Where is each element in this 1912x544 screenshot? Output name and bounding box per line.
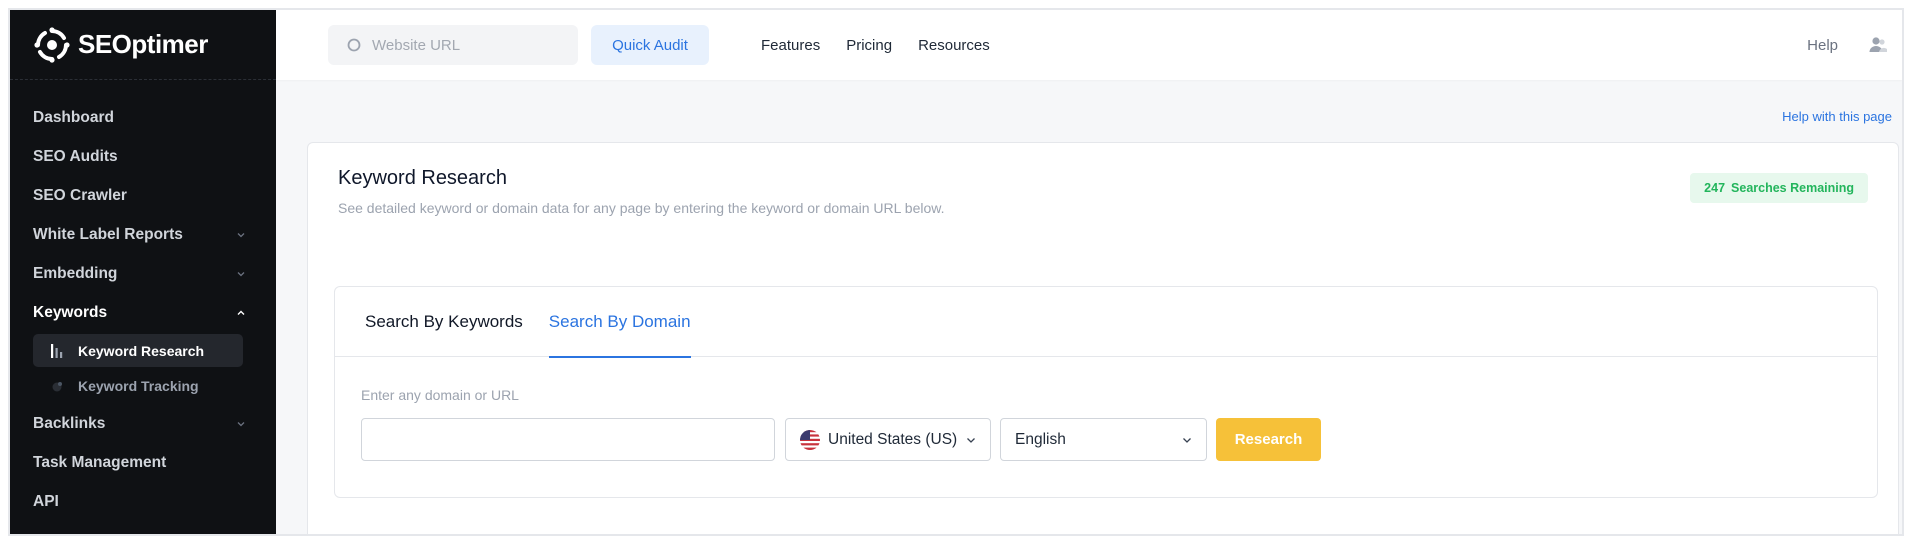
sidebar-item-backlinks[interactable]: Backlinks <box>10 404 276 443</box>
sidebar-item-seo-audits[interactable]: SEO Audits <box>10 137 276 176</box>
sidebar: SEOptimer Dashboard SEO Audits SEO Crawl… <box>10 10 276 534</box>
sidebar-item-label: API <box>33 492 59 510</box>
chevron-up-icon <box>237 310 245 315</box>
sidebar-item-white-label-reports[interactable]: White Label Reports <box>10 215 276 254</box>
help-link[interactable]: Help <box>1807 37 1838 54</box>
sidebar-item-api[interactable]: API <box>10 482 276 521</box>
sidebar-item-task-management[interactable]: Task Management <box>10 443 276 482</box>
research-button[interactable]: Research <box>1216 418 1321 461</box>
sidebar-item-label: Embedding <box>33 264 118 282</box>
language-select-value: English <box>1015 430 1066 448</box>
top-right-actions: Help <box>1807 35 1902 55</box>
sidebar-item-dashboard[interactable]: Dashboard <box>10 98 276 137</box>
tab-search-by-keywords[interactable]: Search By Keywords <box>365 287 523 357</box>
domain-url-input[interactable] <box>361 418 775 461</box>
sidebar-subitem-label: Keyword Tracking <box>78 377 199 394</box>
website-url-input[interactable] <box>372 36 552 54</box>
top-nav-links: Features Pricing Resources <box>761 37 1016 54</box>
search-tabs: Search By Keywords Search By Domain <box>335 287 1877 358</box>
main-content: Quick Audit Features Pricing Resources H… <box>276 10 1902 534</box>
sidebar-item-label: Task Management <box>33 453 167 471</box>
nav-link-features[interactable]: Features <box>761 37 820 54</box>
chevron-down-icon <box>967 437 975 443</box>
user-account-icon[interactable] <box>1868 35 1888 55</box>
sidebar-item-label: Dashboard <box>33 108 114 126</box>
sidebar-item-label: SEO Audits <box>33 147 118 165</box>
sidebar-nav: Dashboard SEO Audits SEO Crawler White L… <box>10 80 276 521</box>
sidebar-item-label: White Label Reports <box>33 225 183 243</box>
searches-remaining-badge: 247 Searches Remaining <box>1690 173 1868 203</box>
searches-label: Searches Remaining <box>1731 181 1854 195</box>
top-bar: Quick Audit Features Pricing Resources H… <box>276 10 1902 80</box>
us-flag-icon <box>800 429 820 450</box>
logo[interactable]: SEOptimer <box>10 10 276 80</box>
chevron-down-icon <box>237 232 245 237</box>
chevron-down-icon <box>1183 437 1191 443</box>
search-icon <box>347 38 361 52</box>
brand-name: SEOptimer <box>78 29 208 59</box>
chevron-down-icon <box>237 421 245 426</box>
sidebar-item-label: Backlinks <box>33 414 106 432</box>
sidebar-item-seo-crawler[interactable]: SEO Crawler <box>10 176 276 215</box>
keyword-research-card: Keyword Research See detailed keyword or… <box>307 142 1899 534</box>
country-select-value: United States (US) <box>828 430 958 448</box>
page-subtitle: See detailed keyword or domain data for … <box>338 200 945 216</box>
sidebar-item-label: Keywords <box>33 303 108 321</box>
page-title: Keyword Research <box>338 167 507 189</box>
country-select[interactable]: United States (US) <box>785 418 991 461</box>
bar-chart-icon <box>50 343 68 359</box>
tab-search-by-domain[interactable]: Search By Domain <box>548 287 691 358</box>
quick-audit-button[interactable]: Quick Audit <box>591 25 709 65</box>
sidebar-item-keywords[interactable]: Keywords <box>10 293 276 332</box>
nav-link-pricing[interactable]: Pricing <box>846 37 892 54</box>
tracking-icon <box>50 378 68 394</box>
sidebar-item-label: SEO Crawler <box>33 186 127 204</box>
website-url-search[interactable] <box>328 25 578 65</box>
sidebar-subitem-keyword-research[interactable]: Keyword Research <box>33 334 243 367</box>
app-frame: SEOptimer Dashboard SEO Audits SEO Crawl… <box>8 8 1904 536</box>
chevron-down-icon <box>237 271 245 276</box>
searches-count: 247 <box>1704 181 1726 195</box>
logo-gear-icon <box>34 26 70 63</box>
sidebar-subitem-keyword-tracking[interactable]: Keyword Tracking <box>33 369 243 402</box>
nav-link-resources[interactable]: Resources <box>918 37 990 54</box>
domain-field-label: Enter any domain or URL <box>361 387 519 403</box>
sidebar-subitem-label: Keyword Research <box>78 342 205 359</box>
search-panel: Search By Keywords Search By Domain Ente… <box>334 286 1878 498</box>
sidebar-item-embedding[interactable]: Embedding <box>10 254 276 293</box>
language-select[interactable]: English <box>1000 418 1207 461</box>
help-with-page-link[interactable]: Help with this page <box>1782 109 1892 124</box>
